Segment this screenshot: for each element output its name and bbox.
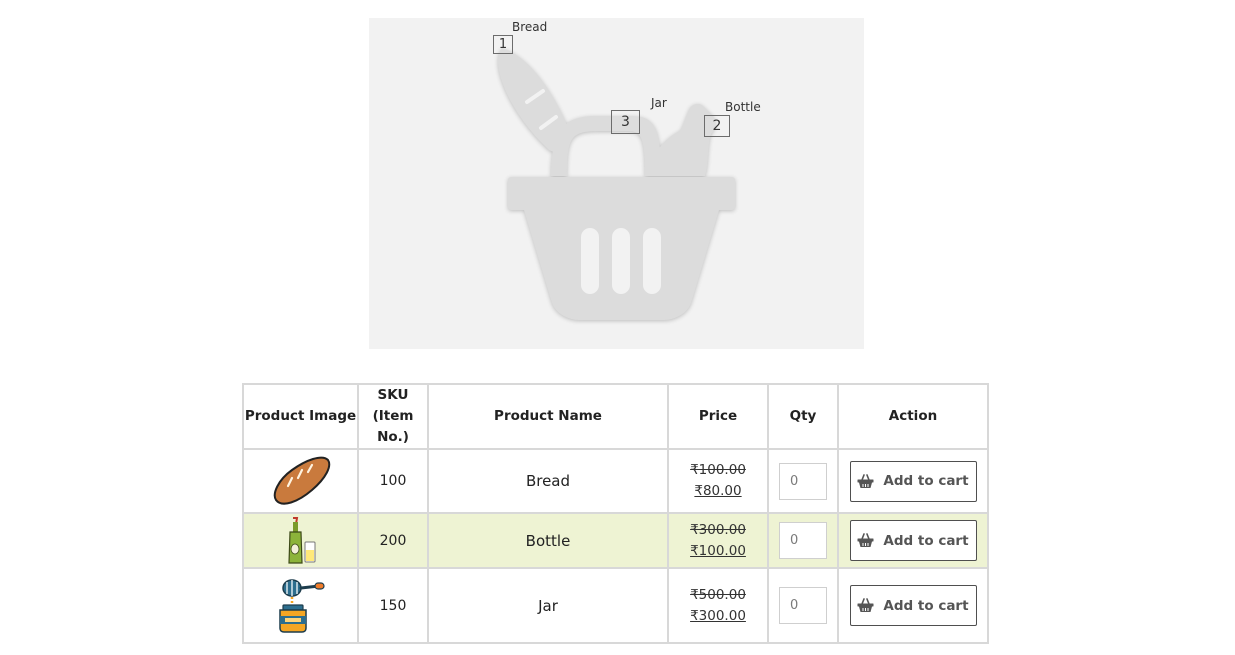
action-cell: Add to cart [837, 567, 989, 644]
add-to-cart-button[interactable]: Add to cart [849, 585, 977, 626]
sale-price: ₹300.00 [690, 607, 746, 624]
table-header-row: Product Image SKU (Item No.) Product Nam… [242, 383, 989, 450]
sale-price: ₹80.00 [694, 483, 742, 499]
original-price: ₹500.00 [690, 586, 746, 603]
basket-icon [857, 533, 874, 547]
basket-hero-image: Bread 1 Jar 3 Bottle 2 [369, 18, 864, 349]
sku-cell: 100 [357, 448, 429, 514]
price-cell: ₹500.00 ₹300.00 [667, 567, 769, 644]
header-price: Price [667, 383, 769, 450]
add-to-cart-label: Add to cart [883, 532, 969, 549]
product-image-cell [242, 567, 359, 644]
product-name-cell: Bread [427, 448, 669, 514]
header-product-image: Product Image [242, 383, 359, 450]
add-to-cart-button[interactable]: Add to cart [849, 460, 977, 502]
product-name-cell: Jar [427, 567, 669, 644]
header-sku-line1: SKU [377, 387, 409, 403]
product-image-cell [242, 448, 359, 514]
basket-icon [857, 473, 874, 488]
bottle-icon [287, 516, 315, 564]
quantity-input[interactable] [779, 462, 827, 500]
action-cell: Add to cart [837, 512, 989, 569]
hotspot-label-bottle: Bottle [725, 100, 761, 114]
sale-price: ₹100.00 [690, 542, 746, 559]
quantity-input[interactable] [779, 587, 827, 624]
hotspot-label-bread: Bread [512, 20, 548, 34]
original-price: ₹100.00 [690, 462, 746, 478]
table-row: 100 Bread ₹100.00 ₹80.00 0 Add to cart [242, 448, 989, 514]
hotspot-marker-jar[interactable]: 3 [611, 110, 640, 134]
product-table: Product Image SKU (Item No.) Product Nam… [242, 383, 989, 644]
quantity-input[interactable] [779, 522, 827, 559]
bread-icon [273, 456, 330, 505]
product-image-cell [242, 512, 359, 569]
hotspot-marker-bread[interactable]: 1 [493, 35, 513, 54]
add-to-cart-button[interactable]: Add to cart [849, 520, 977, 561]
header-sku: SKU (Item No.) [357, 383, 429, 450]
original-price: ₹300.00 [690, 521, 746, 538]
header-product-name: Product Name [427, 383, 669, 450]
basket-icon [857, 598, 874, 612]
action-cell: Add to cart [837, 448, 989, 514]
basket-illustration-icon [498, 48, 735, 320]
add-to-cart-label: Add to cart [883, 597, 969, 614]
header-qty: Qty [767, 383, 839, 450]
product-name-cell: Bottle [427, 512, 669, 569]
hotspot-marker-bottle[interactable]: 2 [704, 115, 730, 137]
header-sku-line2: (Item No.) [372, 408, 414, 445]
price-cell: ₹100.00 ₹80.00 [667, 448, 769, 514]
table-row: 200 Bottle ₹300.00 ₹100.00 0 Add to cart [242, 512, 989, 569]
page: Bread 1 Jar 3 Bottle 2 Product Image SKU… [0, 0, 1235, 655]
sku-cell: 200 [357, 512, 429, 569]
price-cell: ₹300.00 ₹100.00 [667, 512, 769, 569]
qty-cell [767, 512, 839, 569]
qty-cell [767, 567, 839, 644]
header-action: Action [837, 383, 989, 450]
add-to-cart-label: Add to cart [883, 473, 969, 489]
jar-icon [278, 578, 325, 633]
qty-cell [767, 448, 839, 514]
sku-cell: 150 [357, 567, 429, 644]
table-row: 150 Jar ₹500.00 ₹300.00 0 Add to cart [242, 567, 989, 644]
hotspot-label-jar: Jar [651, 96, 667, 110]
